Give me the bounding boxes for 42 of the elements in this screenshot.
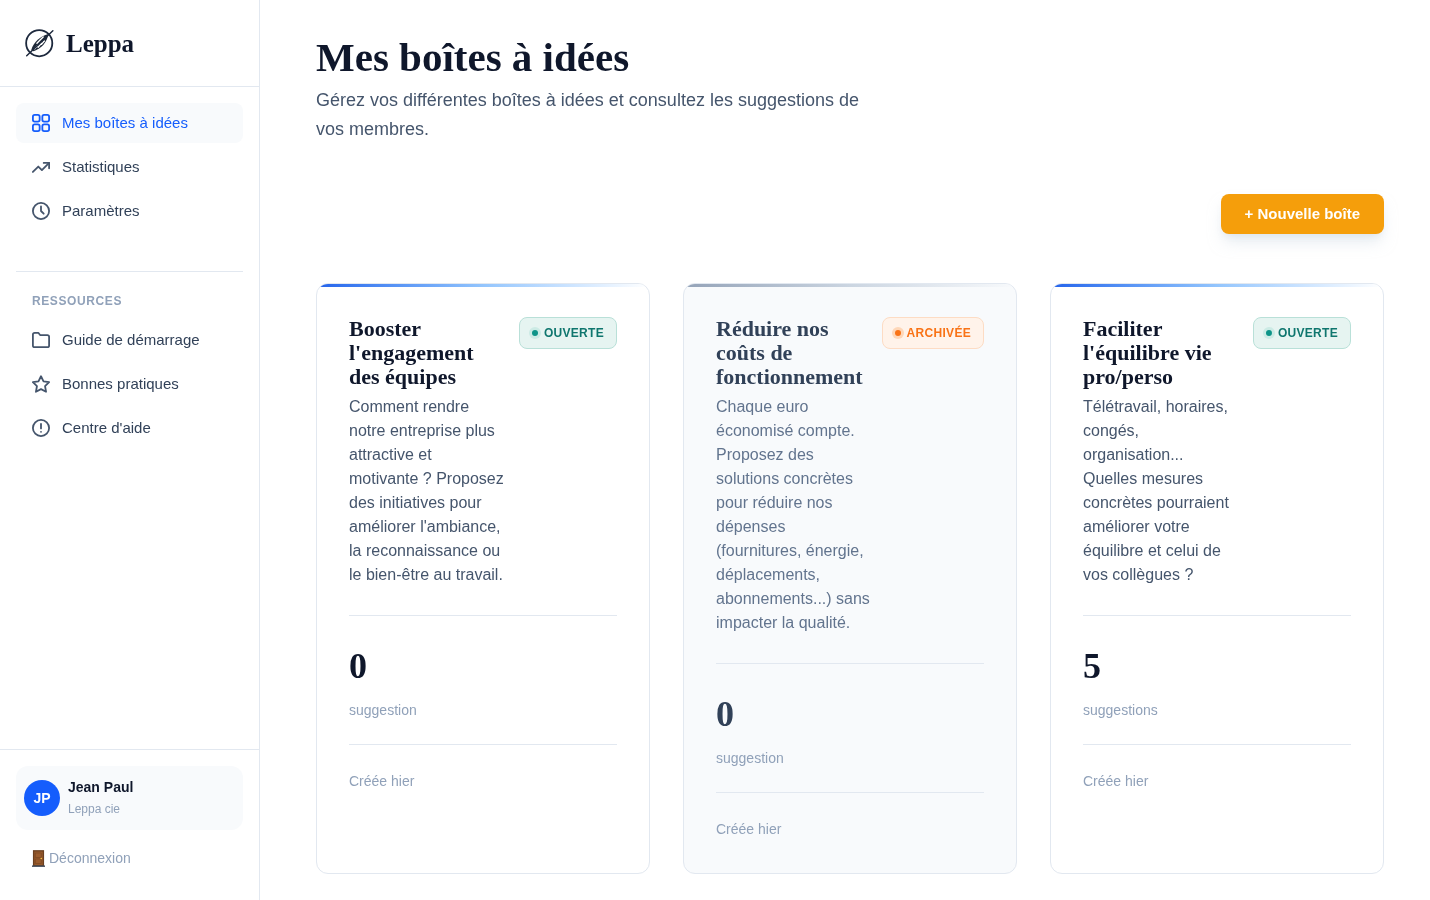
- folder-icon: [32, 331, 50, 349]
- idea-box-card[interactable]: [683, 283, 1017, 874]
- card-description: Chaque euro économisé compte. Proposez des solutions concrètes pour réduire nos dépenses (fournitures, énergie, déplacements, abonnements...) sans impacter la qualité.: [716, 397, 871, 633]
- user-name: Jean Paul: [68, 779, 134, 795]
- suggestion-label: suggestions: [1083, 701, 1159, 720]
- card-description: Télétravail, horaires, congés, organisation... Quelles mesures concrètes pourraient améliorer votre équilibre et celui de vos collègues ?: [1083, 397, 1230, 585]
- suggestion-count: 0: [349, 646, 368, 686]
- status-badge: ARCHIVÉE: [881, 317, 984, 349]
- page-title: Mes boîtes à idées: [316, 33, 631, 82]
- section-title: RESSOURCES: [31, 293, 124, 310]
- grid-icon: [32, 114, 50, 132]
- nav-item[interactable]: Mes boîtes à idées: [16, 103, 243, 143]
- suggestion-label: suggestion: [349, 701, 418, 720]
- alert-circle-icon: [32, 419, 50, 437]
- nav-item[interactable]: Paramètres: [16, 191, 243, 231]
- suggestion-count: 0: [716, 694, 735, 734]
- card-description: Comment rendre notre entreprise plus attractive et motivante ? Proposez des initiatives pour améliorer l'ambiance, la reconnaissance ou le bien-être au travail.: [349, 397, 504, 585]
- avatar: JP: [24, 780, 60, 816]
- brand-name: Leppa: [66, 30, 135, 56]
- card-title: Booster l'engagement des équipes: [349, 317, 475, 389]
- card-title: Faciliter l'équilibre vie pro/perso: [1083, 317, 1213, 389]
- status-badge: OUVERTE: [518, 317, 617, 349]
- nav-item[interactable]: Centre d'aide: [16, 408, 243, 448]
- suggestion-count: 5: [1083, 646, 1102, 686]
- idea-box-card[interactable]: [316, 283, 650, 874]
- status-badge: OUVERTE: [1252, 317, 1351, 349]
- suggestion-label: suggestion: [716, 749, 785, 768]
- created-date: Créée hier: [349, 772, 416, 791]
- company-name: Leppa cie: [68, 801, 122, 817]
- idea-box-card[interactable]: [1050, 283, 1384, 874]
- nav-item[interactable]: Statistiques: [16, 147, 243, 187]
- leaf-icon: [25, 28, 54, 58]
- user-card[interactable]: JP Jean Paul Leppa cie: [16, 766, 243, 830]
- door-icon: [32, 850, 45, 867]
- card-title: Réduire nos coûts de fonctionnement: [716, 317, 864, 389]
- created-date: Créée hier: [716, 820, 783, 839]
- star-icon: [32, 375, 50, 393]
- nav-item[interactable]: Bonnes pratiques: [16, 364, 243, 404]
- nav-item[interactable]: Guide de démarrage: [16, 320, 243, 360]
- clock-icon: [32, 202, 50, 220]
- page-subtitle: Gérez vos différentes boîtes à idées et consultez les suggestions de vos membres.: [316, 89, 860, 141]
- created-date: Créée hier: [1083, 772, 1150, 791]
